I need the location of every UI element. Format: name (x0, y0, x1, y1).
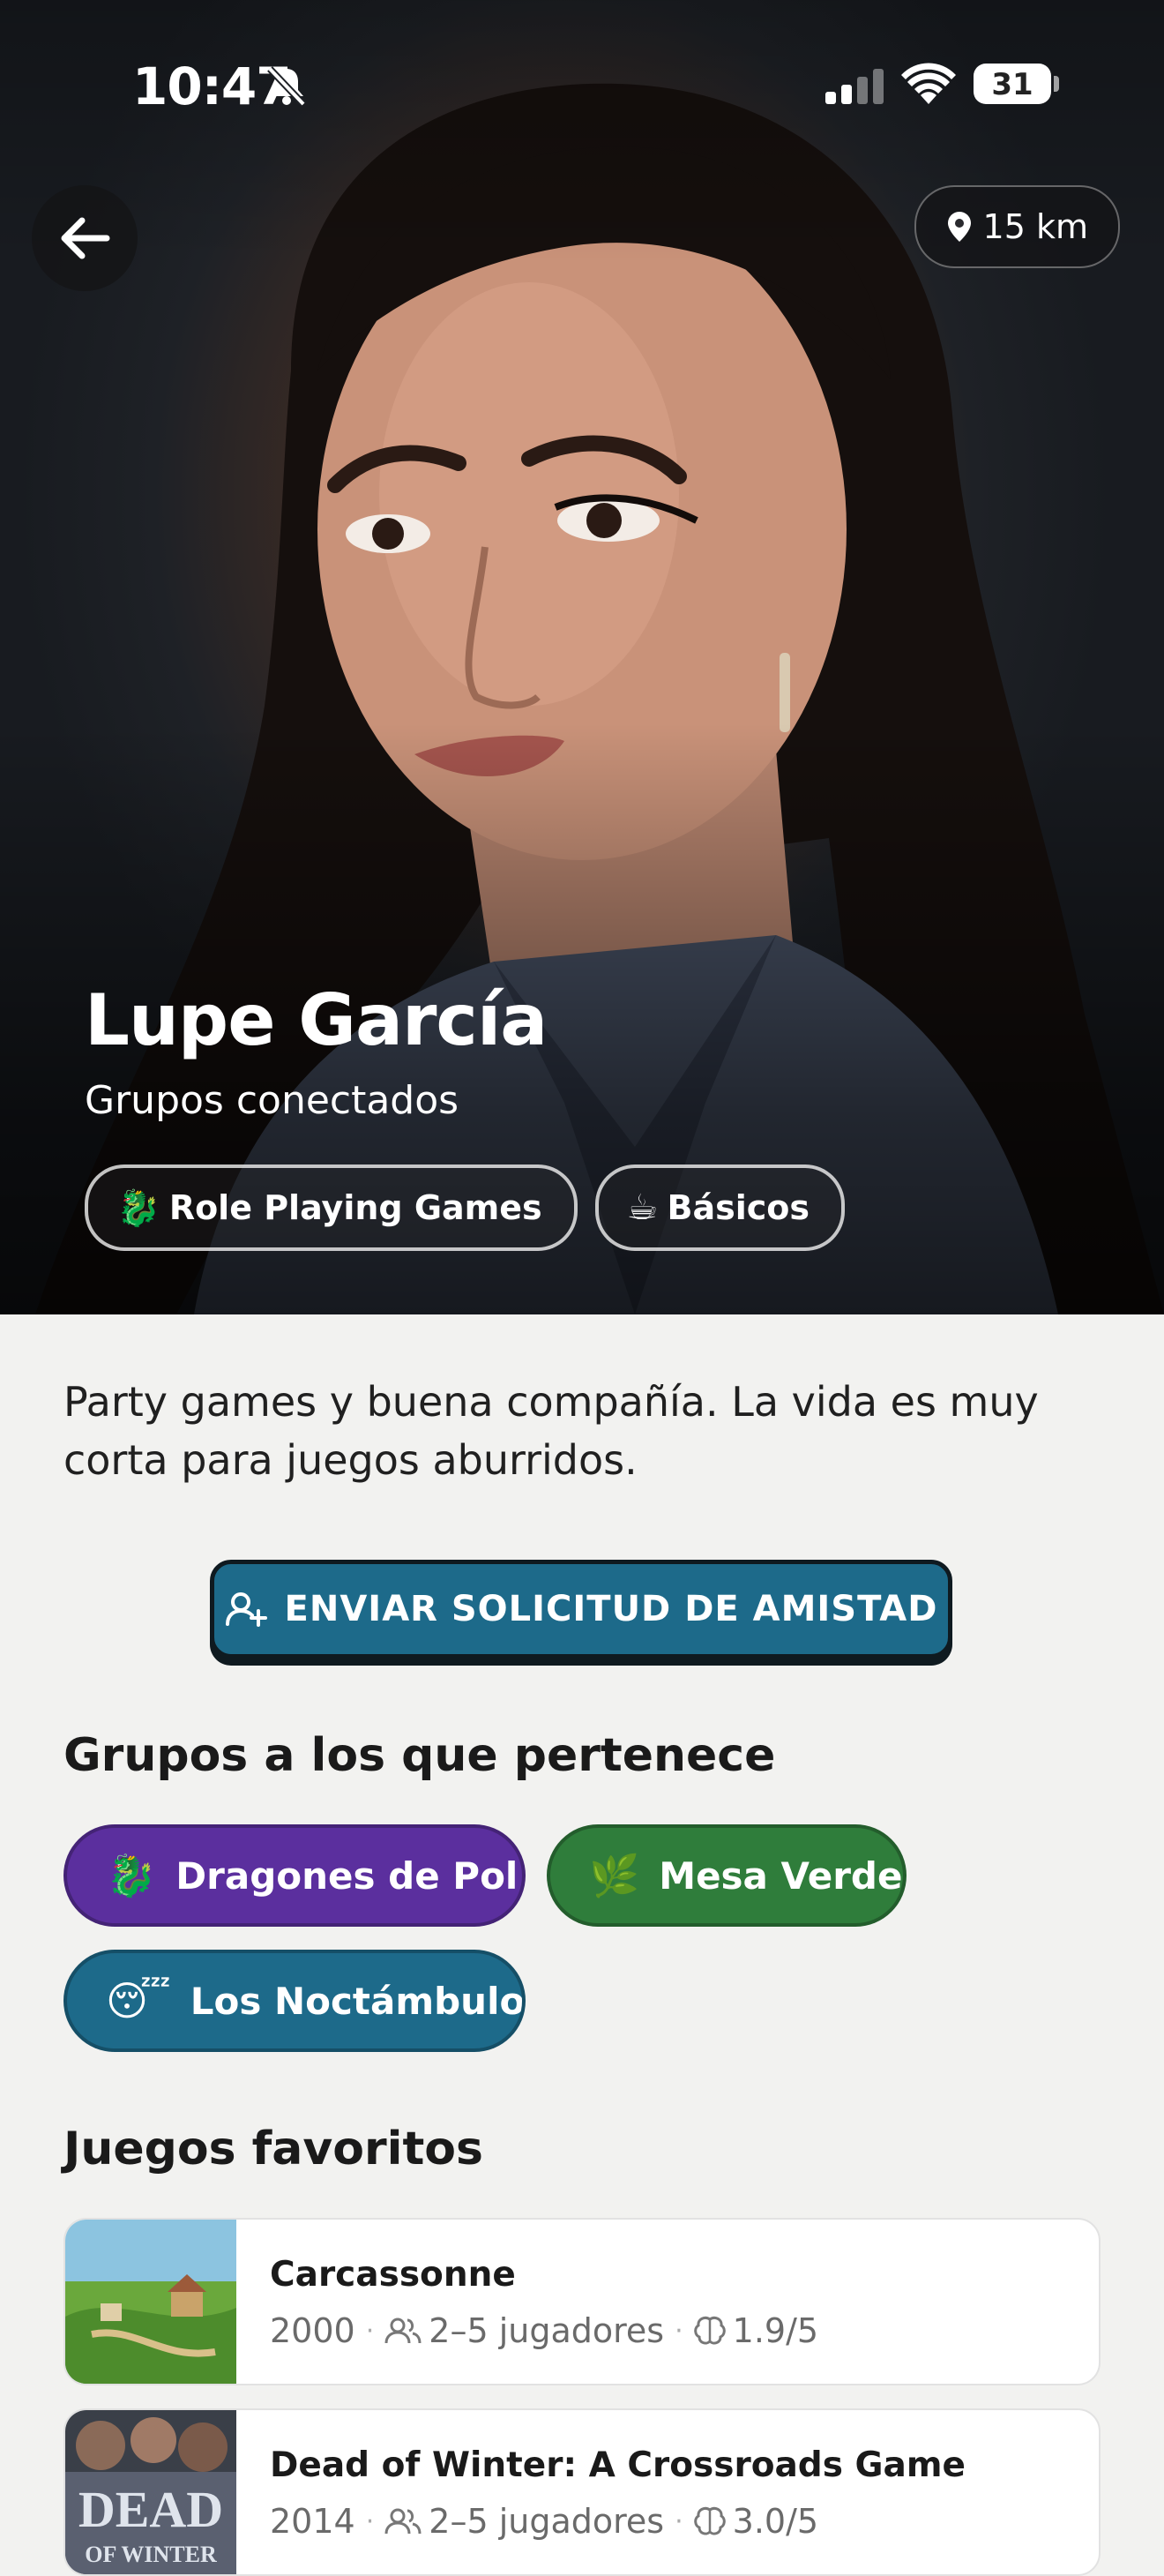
send-friend-request-button[interactable]: ENVIAR SOLICITUD DE AMISTAD (210, 1560, 952, 1659)
groups-section-title: Grupos a los que pertenece (63, 1729, 776, 1782)
game-year: 2014 (270, 2502, 355, 2541)
game-cover-image: DEAD OF WINTER (65, 2410, 236, 2574)
svg-text:DEAD: DEAD (78, 2481, 223, 2538)
arrow-left-icon (61, 217, 110, 259)
add-user-icon (225, 1592, 267, 1627)
game-rating: 3.0/5 (732, 2502, 819, 2541)
status-bar: 10:47 31 (0, 0, 1164, 168)
brain-icon (693, 2316, 726, 2345)
game-title: Dead of Winter: A Crossroads Game (270, 2445, 966, 2485)
game-cover-image (65, 2220, 236, 2384)
sleepy-face-icon: 😴 (106, 1977, 171, 2025)
players-icon (384, 2318, 422, 2344)
profile-bio: Party games y buena compañía. La vida es… (63, 1378, 1039, 1484)
game-year: 2000 (270, 2311, 355, 2350)
svg-text:OF WINTER: OF WINTER (85, 2542, 217, 2567)
tag-basicos[interactable]: ☕ Básicos (594, 1164, 846, 1251)
battery-indicator: 31 (974, 64, 1051, 104)
profile-name: Lupe García (85, 979, 548, 1061)
silent-bell-icon (267, 66, 306, 106)
profile-subtitle: Grupos conectados (85, 1078, 459, 1123)
game-title: Carcassonne (270, 2255, 516, 2295)
game-meta: 2014 · 2–5 jugadores · 3.0/5 (270, 2502, 819, 2541)
game-players: 2–5 jugadores (429, 2502, 665, 2541)
game-players: 2–5 jugadores (429, 2311, 665, 2350)
brain-icon (693, 2506, 726, 2535)
location-pin-icon (947, 212, 971, 242)
tag-role-playing-games[interactable]: 🐉 Role Playing Games (85, 1164, 578, 1251)
game-card-dead-of-winter[interactable]: DEAD OF WINTER Dead of Winter: A Crossro… (63, 2408, 1101, 2576)
favorite-games-title: Juegos favoritos (63, 2123, 483, 2175)
distance-badge: 15 km (914, 185, 1120, 268)
dragon-icon: 🐉 (106, 1851, 157, 1899)
players-icon (384, 2508, 422, 2535)
profile-tags: 🐉 Role Playing Games ☕ Básicos (85, 1164, 846, 1251)
group-chip-dragones[interactable]: 🐉 Dragones de Pol... (63, 1824, 526, 1927)
dragon-icon: 🐉 (116, 1187, 160, 1229)
group-chip-mesa-verde[interactable]: 🌿 Mesa Verde (547, 1824, 907, 1927)
game-rating: 1.9/5 (732, 2311, 819, 2350)
coffee-icon: ☕ (626, 1187, 659, 1228)
herb-icon: 🌿 (589, 1851, 640, 1899)
distance-value: 15 km (982, 207, 1088, 246)
back-button[interactable] (32, 185, 138, 291)
wifi-icon (901, 63, 956, 104)
game-meta: 2000 · 2–5 jugadores · 1.9/5 (270, 2311, 819, 2350)
group-chip-noctambulos[interactable]: 😴 Los Noctámbulos (63, 1950, 526, 2052)
cellular-signal-icon (825, 69, 884, 104)
game-card-carcassonne[interactable]: Carcassonne 2000 · 2–5 jugadores · 1.9/5 (63, 2218, 1101, 2385)
